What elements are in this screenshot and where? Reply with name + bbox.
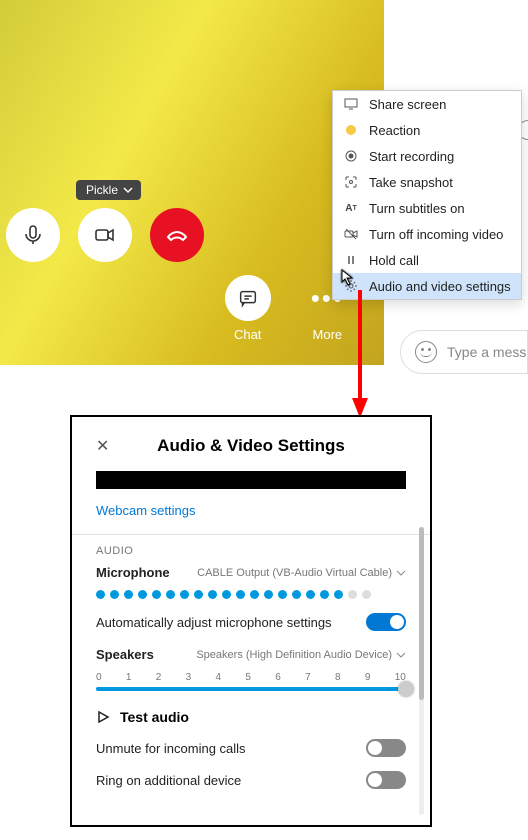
menu-item-label: Hold call bbox=[369, 253, 419, 268]
menu-item-label: Turn subtitles on bbox=[369, 201, 465, 216]
menu-start-recording[interactable]: Start recording bbox=[333, 143, 521, 169]
mouse-cursor-icon bbox=[340, 268, 358, 286]
speakers-device-dropdown[interactable]: Speakers (High Definition Audio Device) bbox=[196, 649, 406, 661]
more-label: More bbox=[313, 327, 343, 342]
reaction-icon bbox=[343, 122, 359, 138]
speakers-device-value: Speakers (High Definition Audio Device) bbox=[196, 649, 392, 661]
chat-icon bbox=[237, 287, 259, 309]
play-icon bbox=[96, 710, 110, 724]
webcam-preview bbox=[96, 471, 406, 489]
unmute-toggle[interactable] bbox=[366, 739, 406, 757]
participant-name-label: Pickle bbox=[86, 183, 118, 197]
message-input[interactable]: Type a mess bbox=[400, 330, 528, 374]
annotation-arrow bbox=[350, 290, 370, 420]
mute-button[interactable] bbox=[6, 208, 60, 262]
chat-label: Chat bbox=[234, 327, 261, 342]
unmute-label: Unmute for incoming calls bbox=[96, 741, 246, 756]
mic-level-meter bbox=[96, 590, 406, 599]
menu-hold-call[interactable]: Hold call bbox=[333, 247, 521, 273]
auto-adjust-label: Automatically adjust microphone settings bbox=[96, 615, 332, 630]
share-screen-icon bbox=[343, 96, 359, 112]
settings-scrollbar[interactable] bbox=[419, 527, 424, 815]
ring-toggle[interactable] bbox=[366, 771, 406, 789]
menu-subtitles[interactable]: AT Turn subtitles on bbox=[333, 195, 521, 221]
chat-button[interactable]: Chat bbox=[225, 275, 271, 342]
webcam-settings-link[interactable]: Webcam settings bbox=[96, 503, 406, 518]
menu-video-off[interactable]: Turn off incoming video bbox=[333, 221, 521, 247]
menu-item-label: Turn off incoming video bbox=[369, 227, 503, 242]
menu-take-snapshot[interactable]: Take snapshot bbox=[333, 169, 521, 195]
hold-icon bbox=[343, 252, 359, 268]
emoji-icon[interactable] bbox=[415, 341, 437, 363]
hangup-icon bbox=[165, 223, 189, 247]
microphone-device-dropdown[interactable]: CABLE Output (VB-Audio Virtual Cable) bbox=[197, 567, 406, 579]
test-audio-label: Test audio bbox=[120, 709, 189, 725]
menu-item-label: Take snapshot bbox=[369, 175, 453, 190]
more-context-menu: Share screen Reaction Start recording Ta… bbox=[332, 90, 522, 300]
menu-reaction[interactable]: Reaction bbox=[333, 117, 521, 143]
menu-item-label: Start recording bbox=[369, 149, 454, 164]
speaker-volume-slider[interactable]: 012345678910 bbox=[96, 672, 406, 691]
camera-icon bbox=[93, 223, 117, 247]
chevron-down-icon bbox=[123, 185, 133, 195]
message-placeholder: Type a mess bbox=[447, 344, 526, 360]
end-call-button[interactable] bbox=[150, 208, 204, 262]
microphone-icon bbox=[21, 223, 45, 247]
call-controls bbox=[0, 208, 204, 262]
microphone-label: Microphone bbox=[96, 565, 170, 580]
participant-name-tag[interactable]: Pickle bbox=[76, 180, 141, 200]
scrollbar-thumb[interactable] bbox=[419, 527, 424, 700]
av-settings-panel: ✕ Audio & Video Settings Webcam settings… bbox=[70, 415, 432, 827]
microphone-device-value: CABLE Output (VB-Audio Virtual Cable) bbox=[197, 567, 392, 579]
menu-item-label: Reaction bbox=[369, 123, 420, 138]
secondary-controls: Chat ••• More bbox=[0, 275, 384, 342]
test-audio-button[interactable]: Test audio bbox=[96, 709, 406, 725]
audio-section-label: AUDIO bbox=[96, 545, 406, 557]
chevron-down-icon bbox=[396, 568, 406, 578]
video-button[interactable] bbox=[78, 208, 132, 262]
menu-share-screen[interactable]: Share screen bbox=[333, 91, 521, 117]
call-area: Pickle Chat bbox=[0, 0, 528, 365]
close-button[interactable]: ✕ bbox=[96, 436, 109, 456]
settings-title: Audio & Video Settings bbox=[96, 436, 406, 456]
record-icon bbox=[343, 148, 359, 164]
menu-item-label: Share screen bbox=[369, 97, 446, 112]
subtitles-icon: AT bbox=[343, 200, 359, 216]
menu-item-label: Audio and video settings bbox=[369, 279, 511, 294]
auto-adjust-toggle[interactable] bbox=[366, 613, 406, 631]
video-off-icon bbox=[343, 226, 359, 242]
divider bbox=[72, 534, 430, 535]
ring-label: Ring on additional device bbox=[96, 773, 241, 788]
snapshot-icon bbox=[343, 174, 359, 190]
chevron-down-icon bbox=[396, 650, 406, 660]
slider-thumb[interactable] bbox=[398, 681, 414, 697]
speakers-label: Speakers bbox=[96, 647, 154, 662]
